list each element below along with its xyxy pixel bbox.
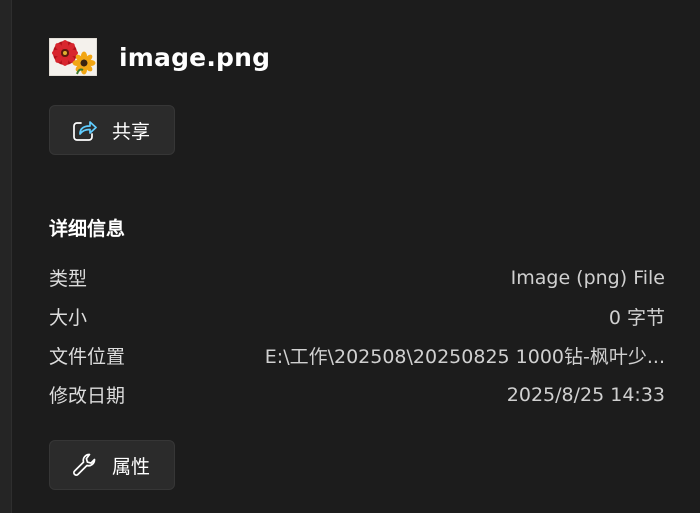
detail-row-size: 大小 0 字节 — [49, 297, 665, 336]
detail-value: 2025/8/25 14:33 — [506, 383, 665, 406]
detail-key: 文件位置 — [49, 346, 126, 368]
pane-divider[interactable] — [0, 0, 12, 513]
detail-key: 大小 — [49, 307, 88, 329]
details-heading: 详细信息 — [49, 218, 126, 240]
file-header: image.png — [49, 38, 270, 76]
detail-value: 0 字节 — [608, 307, 665, 329]
detail-row-location: 文件位置 E:\工作\202508\20250825 1000钻-枫叶少... — [49, 336, 665, 375]
wrench-icon — [73, 453, 96, 476]
detail-key: 类型 — [49, 268, 88, 290]
file-location-link[interactable]: E:\工作\202508\20250825 1000钻-枫叶少... — [265, 342, 665, 369]
properties-button-label: 属性 — [112, 455, 151, 478]
properties-button[interactable]: 属性 — [49, 440, 175, 490]
file-name: image.png — [119, 42, 271, 72]
share-button[interactable]: 共享 — [49, 105, 175, 155]
flower-thumbnail-icon — [49, 38, 97, 76]
detail-key: 修改日期 — [49, 385, 126, 407]
detail-row-type: 类型 Image (png) File — [49, 258, 665, 297]
details-pane: image.png 共享 详细信息 类型 Image (png) File 大小… — [0, 0, 700, 513]
share-button-label: 共享 — [112, 120, 151, 143]
detail-row-modified: 修改日期 2025/8/25 14:33 — [49, 375, 665, 414]
details-list: 类型 Image (png) File 大小 0 字节 文件位置 E:\工作\2… — [49, 258, 665, 414]
share-icon — [73, 121, 97, 141]
detail-value: Image (png) File — [510, 266, 665, 289]
